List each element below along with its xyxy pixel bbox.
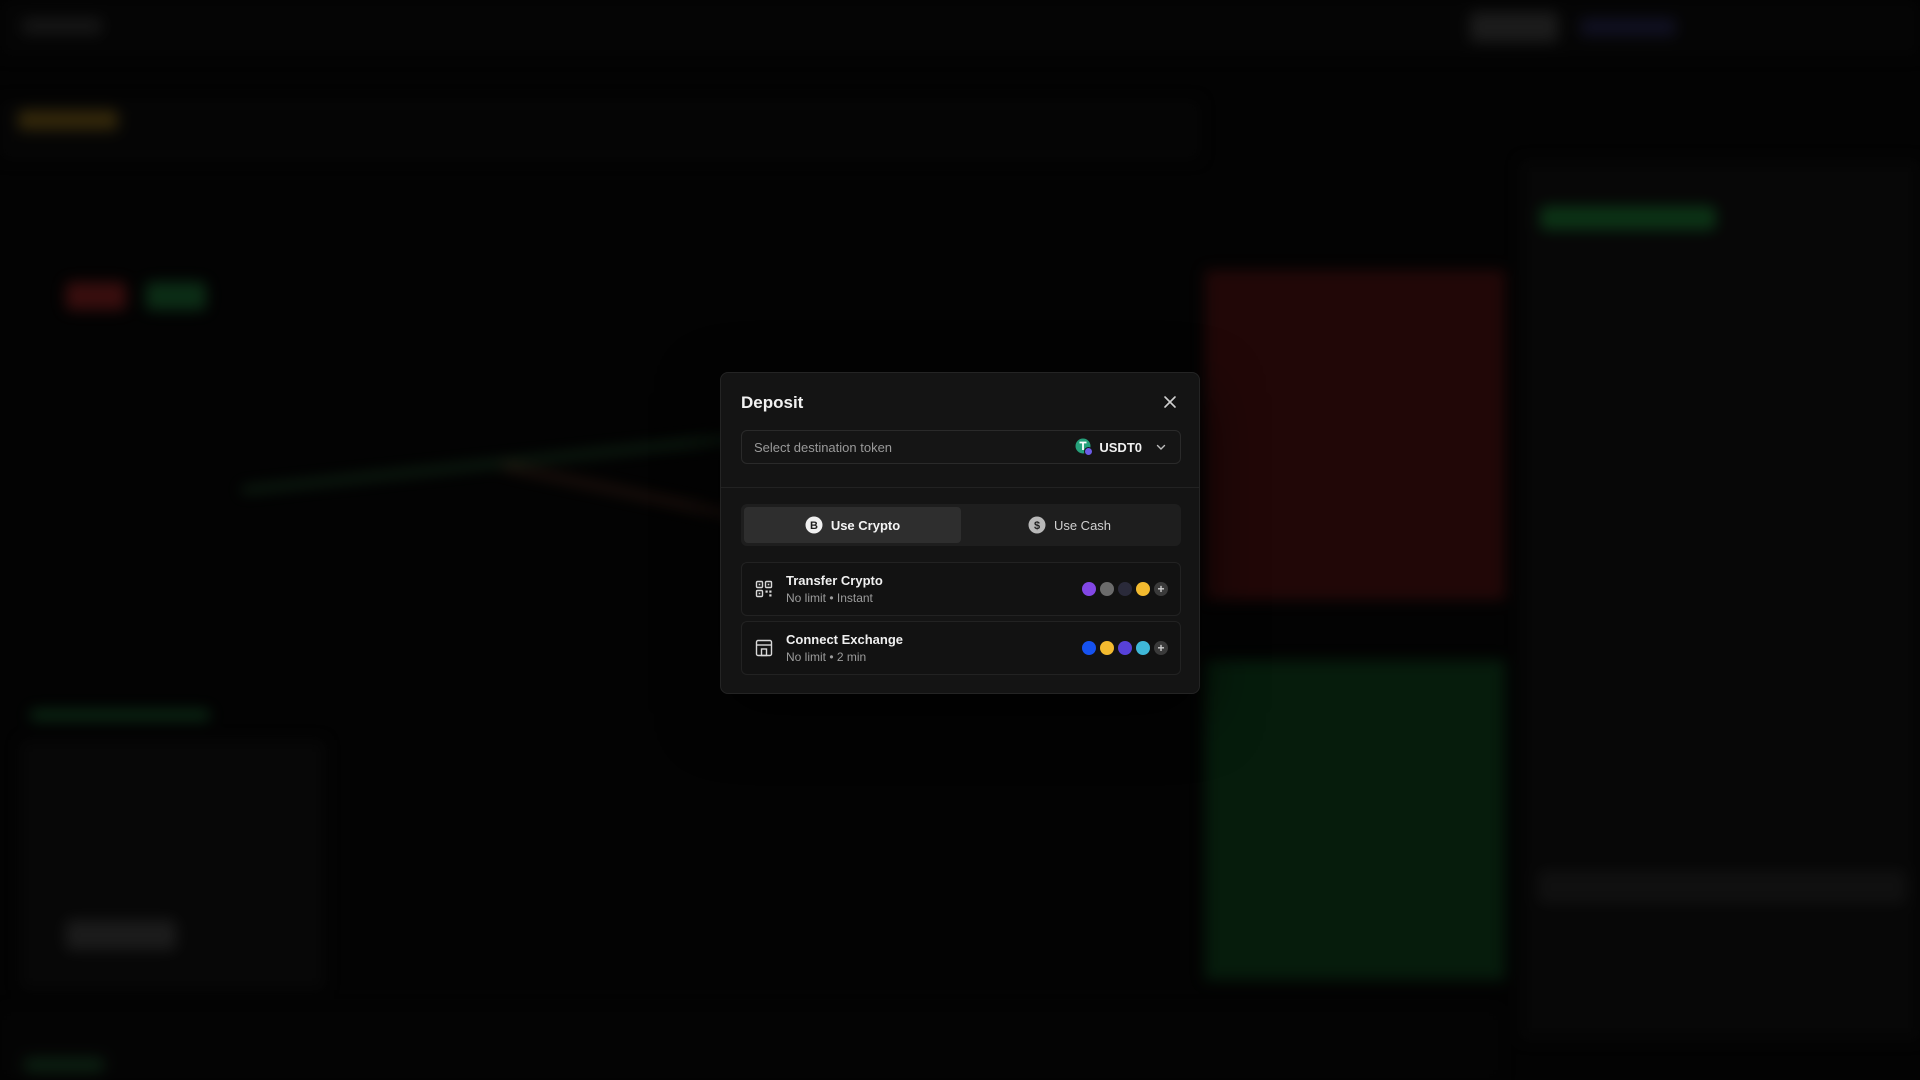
selected-token-value: USDT0 (1099, 439, 1142, 455)
transfer-crypto-subtitle: No limit • Instant (786, 591, 873, 605)
connect-exchange-option[interactable]: Connect Exchange No limit • 2 min + (741, 621, 1181, 675)
tab-use-cash[interactable]: $ Use Cash (961, 507, 1178, 543)
kraken-icon (1118, 641, 1132, 655)
close-icon (1164, 396, 1176, 408)
close-button[interactable] (1159, 391, 1181, 413)
bitcoin-icon: B (805, 516, 823, 534)
usdt0-token-icon (1075, 438, 1094, 456)
destination-token-select[interactable]: Select destination token USDT0 (741, 430, 1181, 464)
bnb-icon (1136, 582, 1150, 596)
section-divider (721, 487, 1199, 488)
connect-exchange-subtitle: No limit • 2 min (786, 650, 867, 664)
exchange-building-icon (754, 638, 774, 658)
tab-use-crypto[interactable]: B Use Crypto (744, 507, 961, 543)
transfer-crypto-option[interactable]: Transfer Crypto No limit • Instant + (741, 562, 1181, 616)
coinbase-icon (1082, 641, 1096, 655)
chevron-down-icon (1156, 444, 1166, 450)
binance-icon (1100, 641, 1114, 655)
tab-use-cash-label: Use Cash (1053, 517, 1112, 533)
qr-code-icon (754, 579, 774, 599)
more-chains-icon: + (1154, 582, 1168, 596)
tab-use-crypto-label: Use Crypto (830, 517, 901, 533)
okx-icon (1136, 641, 1150, 655)
polygon-icon (1082, 582, 1096, 596)
deposit-modal: Deposit Select destination token USDT0 B… (720, 372, 1200, 694)
token-select-label: Select destination token (754, 439, 893, 455)
svg-text:B: B (810, 520, 818, 532)
more-exchanges-icon: + (1154, 641, 1168, 655)
ethereum-icon (1100, 582, 1114, 596)
connect-exchange-title: Connect Exchange (786, 632, 904, 647)
svg-text:$: $ (1034, 520, 1040, 532)
supported-exchanges: + (1082, 641, 1168, 655)
modal-title: Deposit (741, 393, 804, 412)
deposit-method-tabs: B Use Crypto $ Use Cash (741, 504, 1181, 546)
transfer-crypto-title: Transfer Crypto (786, 573, 883, 588)
supported-chains: + (1082, 582, 1168, 596)
solana-icon (1118, 582, 1132, 596)
selected-token: USDT0 (1075, 438, 1168, 456)
dollar-icon: $ (1028, 516, 1046, 534)
